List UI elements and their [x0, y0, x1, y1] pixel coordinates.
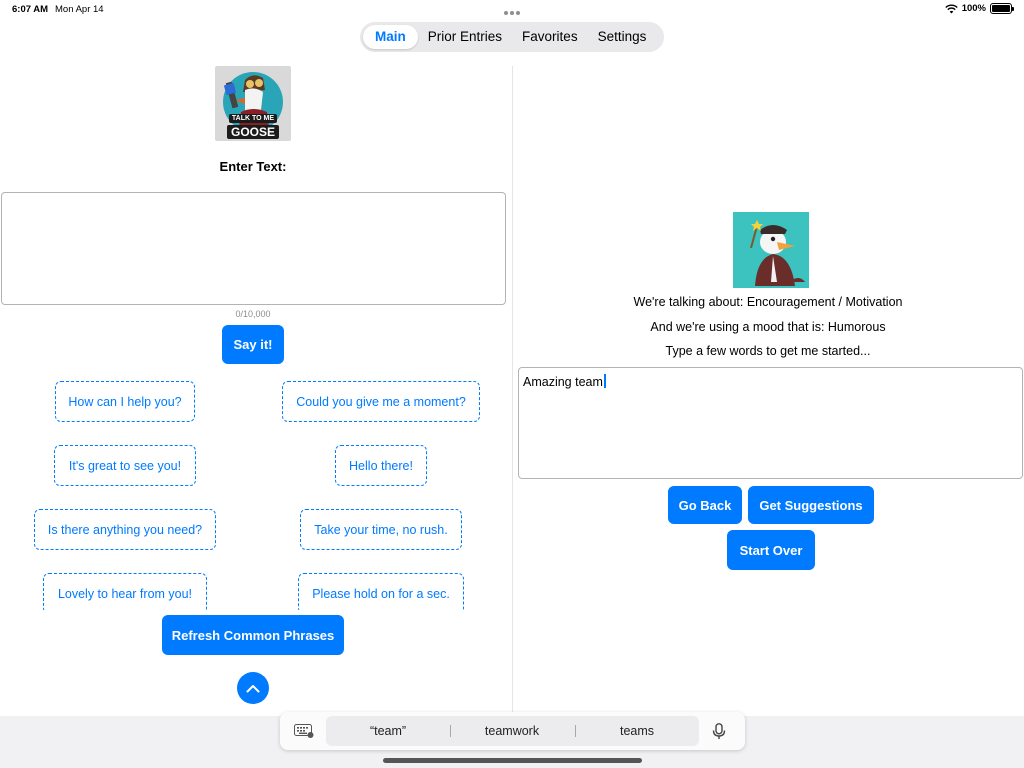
tab-settings[interactable]: Settings	[588, 25, 657, 49]
panel-divider	[512, 66, 513, 716]
chevron-up-icon	[246, 684, 260, 692]
character-counter: 0/10,000	[235, 309, 271, 319]
predictive-text-bar: “team” teamwork teams	[326, 716, 699, 746]
enter-text-label: Enter Text:	[219, 159, 287, 174]
phrase-button[interactable]: It's great to see you!	[54, 445, 196, 486]
refresh-common-phrases-button[interactable]: Refresh Common Phrases	[162, 615, 344, 655]
suggestion-item[interactable]: teamwork	[450, 716, 574, 746]
tab-bar: Main Prior Entries Favorites Settings	[360, 22, 664, 52]
battery-icon	[990, 3, 1014, 14]
mood-line: And we're using a mood that is: Humorous	[650, 320, 886, 334]
suggestion-item[interactable]: teams	[575, 716, 699, 746]
start-over-button[interactable]: Start Over	[727, 530, 815, 570]
app-window: 6:07 AM Mon Apr 14 100% Main Prior Entri…	[0, 0, 1024, 768]
status-date: Mon Apr 14	[55, 4, 104, 15]
status-bar: 6:07 AM Mon Apr 14 100%	[0, 0, 1024, 18]
status-right: 100%	[945, 3, 1014, 14]
duck-mascot-image	[733, 212, 809, 288]
get-suggestions-button[interactable]: Get Suggestions	[748, 486, 874, 524]
phrase-button[interactable]: Take your time, no rush.	[300, 509, 462, 550]
go-back-button[interactable]: Go Back	[668, 486, 742, 524]
phrase-button[interactable]: How can I help you?	[55, 381, 195, 422]
topic-line: We're talking about: Encouragement / Mot…	[633, 295, 903, 309]
say-it-button[interactable]: Say it!	[222, 325, 284, 364]
phrase-button[interactable]: Hello there!	[335, 445, 427, 486]
common-phrases-grid[interactable]: How can I help you? Could you give me a …	[0, 370, 512, 610]
status-time: 6:07 AM	[12, 4, 49, 15]
suggestion-item[interactable]: “team”	[326, 716, 450, 746]
wifi-icon	[945, 4, 958, 13]
phrase-button[interactable]: Is there anything you need?	[34, 509, 216, 550]
main-text-input[interactable]	[1, 192, 506, 305]
multitasking-dots-icon[interactable]	[504, 7, 522, 15]
scroll-to-top-button[interactable]	[237, 672, 269, 704]
phrase-button[interactable]: Lovely to hear from you!	[43, 573, 207, 610]
keyboard-icon[interactable]	[294, 724, 314, 738]
tab-prior-entries[interactable]: Prior Entries	[418, 25, 512, 49]
tab-main[interactable]: Main	[363, 25, 418, 49]
keyboard-shortcuts-bar: “team” teamwork teams	[280, 712, 745, 750]
phrase-button[interactable]: Please hold on for a sec.	[298, 573, 464, 610]
phrase-button[interactable]: Could you give me a moment?	[282, 381, 480, 422]
prompt-hint: Type a few words to get me started...	[665, 344, 871, 358]
goose-logo-text: TALK TO ME GOOSE	[219, 108, 287, 140]
home-indicator[interactable]	[383, 758, 642, 763]
text-caret	[603, 374, 606, 388]
tab-favorites[interactable]: Favorites	[512, 25, 588, 49]
battery-percent: 100%	[961, 3, 986, 14]
starter-words-value: Amazing team	[523, 375, 603, 389]
starter-words-input[interactable]: Amazing team	[518, 367, 1023, 479]
microphone-icon[interactable]	[712, 723, 726, 740]
goose-logo: TALK TO ME GOOSE	[215, 66, 291, 141]
